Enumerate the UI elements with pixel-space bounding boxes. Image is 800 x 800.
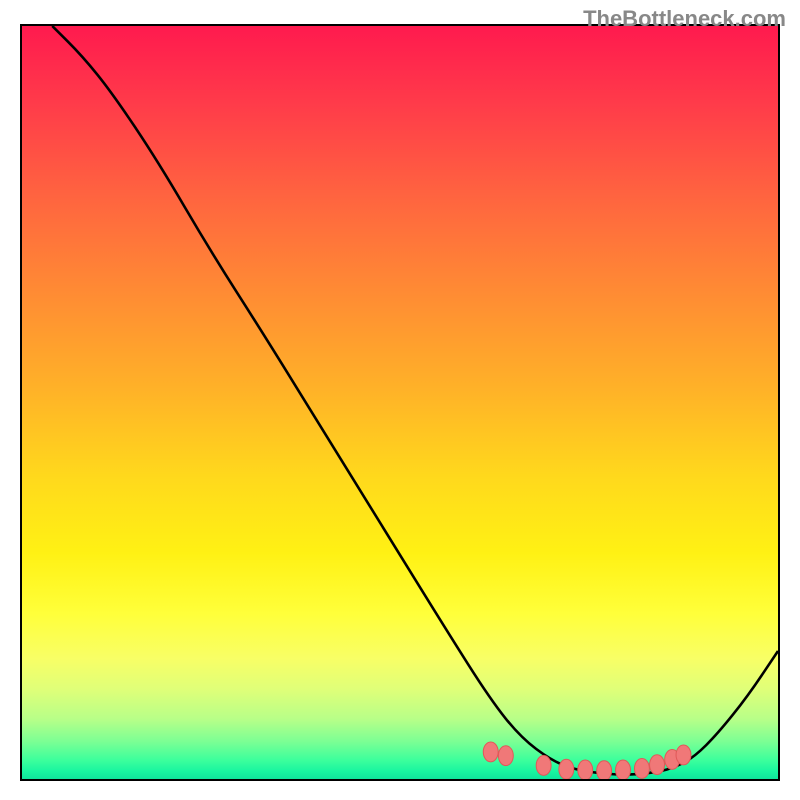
plot-area	[20, 24, 780, 781]
data-marker	[597, 761, 612, 781]
bottleneck-curve	[52, 26, 778, 775]
watermark-label: TheBottleneck.com	[583, 6, 786, 32]
data-marker	[578, 760, 593, 780]
data-marker	[616, 760, 631, 780]
data-marker	[559, 759, 574, 779]
data-marker	[498, 746, 513, 766]
bottleneck-chart-svg	[22, 26, 778, 779]
data-marker	[536, 755, 551, 775]
data-marker	[634, 759, 649, 779]
data-marker	[650, 755, 665, 775]
chart-container: TheBottleneck.com	[0, 0, 800, 800]
data-marker	[483, 742, 498, 762]
data-marker	[676, 745, 691, 765]
